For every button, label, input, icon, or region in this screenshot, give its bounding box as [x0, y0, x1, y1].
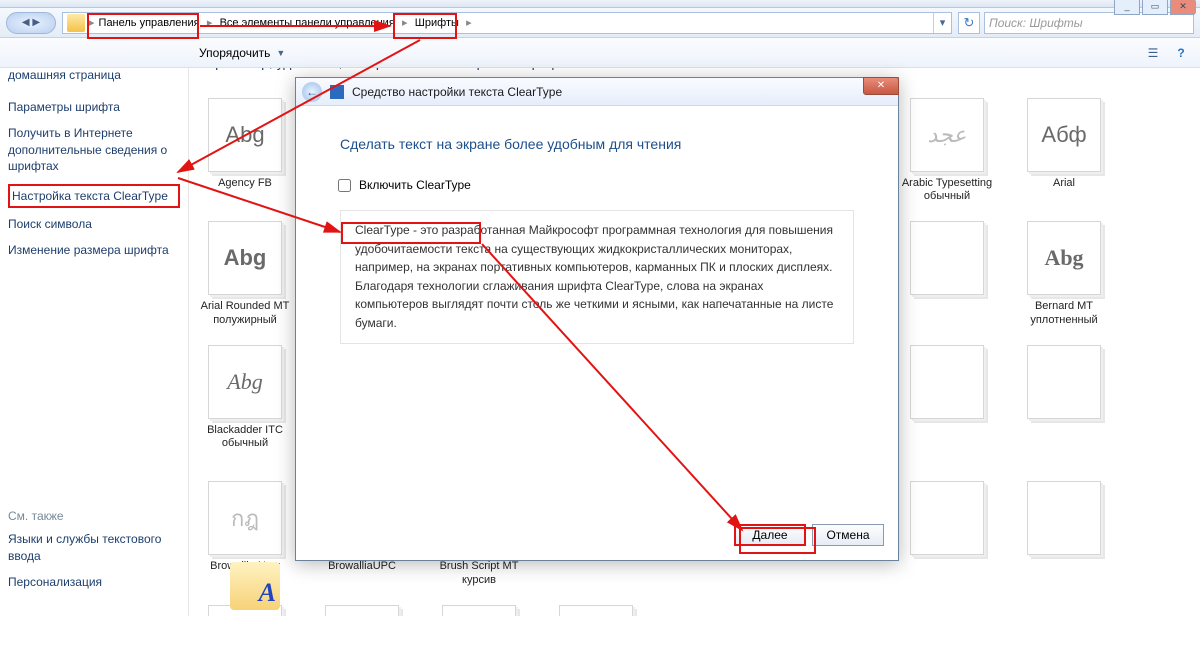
breadcrumb-all-items[interactable]: Все элементы панели управления [216, 13, 399, 33]
font-label: BrowalliaUPC [316, 560, 408, 573]
font-label: Brush Script MT курсив [433, 560, 525, 586]
font-item-bernard-mt[interactable]: Abg Bernard MT уплотненный [1018, 221, 1110, 326]
font-label: Arial Rounded MT полужирный [199, 300, 291, 326]
maximize-button[interactable]: ▭ [1142, 0, 1168, 15]
fonts-folder-icon [230, 562, 280, 610]
back-icon: ◀ [22, 17, 30, 28]
sidebar-link-personalization[interactable]: Персонализация [8, 574, 180, 590]
cleartype-description: ClearType - это разработанная Майкрософт… [340, 210, 854, 344]
font-label: Bernard MT уплотненный [1018, 300, 1110, 326]
font-preview: Abg [208, 221, 282, 295]
font-preview: Abg [208, 345, 282, 419]
sidebar-seealso-header: См. также [8, 509, 180, 523]
toolbar: Упорядочить ▼ ☰ ? [0, 38, 1200, 68]
font-item-agency-fb[interactable]: Abg Agency FB [199, 98, 291, 203]
sidebar-web-font-info[interactable]: Получить в Интернете дополнительные свед… [8, 125, 180, 174]
sidebar-font-size[interactable]: Изменение размера шрифта [8, 242, 180, 258]
font-preview: กฎ [208, 481, 282, 555]
font-item-arabic-typesetting[interactable]: ﻋﺠﺪ Arabic Typesetting обычный [901, 98, 993, 203]
help-icon[interactable]: ? [1170, 42, 1192, 64]
font-item-arial-rounded[interactable]: Abg Arial Rounded MT полужирный [199, 221, 291, 326]
navbar: ◀ ▶ ▸ Панель управления ▸ Все элементы п… [0, 8, 1200, 38]
folder-icon [67, 14, 85, 32]
dialog-close-button[interactable]: ✕ [863, 77, 899, 95]
chevron-right-icon: ▸ [204, 16, 216, 29]
enable-cleartype-label: Включить ClearType [359, 178, 471, 192]
chevron-down-icon: ▼ [276, 48, 285, 58]
window-close-button[interactable]: ✕ [1170, 0, 1196, 15]
minimize-button[interactable]: _ [1114, 0, 1140, 15]
nav-back-forward[interactable]: ◀ ▶ [6, 12, 56, 34]
font-label: Blackadder ITC обычный [199, 424, 291, 450]
refresh-button[interactable]: ↻ [958, 12, 980, 34]
cleartype-dialog: ← Средство настройки текста ClearType ✕ … [295, 77, 899, 561]
sidebar-link-text-services[interactable]: Языки и службы текстового ввода [8, 531, 180, 563]
font-preview: Abg [1027, 221, 1101, 295]
sidebar-font-settings[interactable]: Параметры шрифта [8, 99, 180, 115]
enable-cleartype-row[interactable]: Включить ClearType [338, 178, 854, 192]
chevron-right-icon: ▸ [463, 16, 475, 29]
view-icon[interactable]: ☰ [1142, 42, 1164, 64]
chevron-right-icon: ▸ [399, 16, 411, 29]
search-placeholder: Поиск: Шрифты [989, 16, 1083, 30]
dialog-back-icon[interactable]: ← [302, 82, 322, 102]
address-dropdown-icon[interactable]: ▾ [933, 13, 951, 33]
dialog-title-text: Средство настройки текста ClearType [352, 85, 562, 99]
organize-button[interactable]: Упорядочить ▼ [188, 42, 302, 64]
next-button[interactable]: Далее [734, 524, 806, 546]
font-preview: ﻋﺠﺪ [910, 98, 984, 172]
font-item-blackadder[interactable]: Abg Blackadder ITC обычный [199, 345, 291, 464]
breadcrumb-fonts[interactable]: Шрифты [411, 13, 463, 33]
cancel-button[interactable]: Отмена [812, 524, 884, 546]
dialog-heading: Сделать текст на экране более удобным дл… [340, 136, 854, 152]
sidebar: Панель управления - домашняя страница Па… [0, 38, 188, 616]
font-preview: Abg [208, 98, 282, 172]
enable-cleartype-checkbox[interactable] [338, 179, 351, 192]
font-item-arial[interactable]: Абф Arial [1018, 98, 1110, 203]
address-bar[interactable]: ▸ Панель управления ▸ Все элементы панел… [62, 12, 952, 34]
dialog-app-icon [330, 85, 344, 99]
font-preview: Абф [1027, 98, 1101, 172]
font-label: Agency FB [199, 177, 291, 190]
window-controls: _ ▭ ✕ [1112, 0, 1196, 15]
organize-label: Упорядочить [199, 46, 270, 60]
sidebar-find-char[interactable]: Поиск символа [8, 216, 180, 232]
sidebar-cleartype-settings[interactable]: Настройка текста ClearType [8, 184, 180, 208]
forward-icon: ▶ [32, 17, 40, 28]
dialog-titlebar[interactable]: ← Средство настройки текста ClearType ✕ [296, 78, 898, 106]
font-label: Arial [1018, 177, 1110, 190]
font-label: Arabic Typesetting обычный [901, 177, 993, 203]
breadcrumb-control-panel[interactable]: Панель управления [95, 13, 204, 33]
titlebar: _ ▭ ✕ [0, 0, 1200, 8]
